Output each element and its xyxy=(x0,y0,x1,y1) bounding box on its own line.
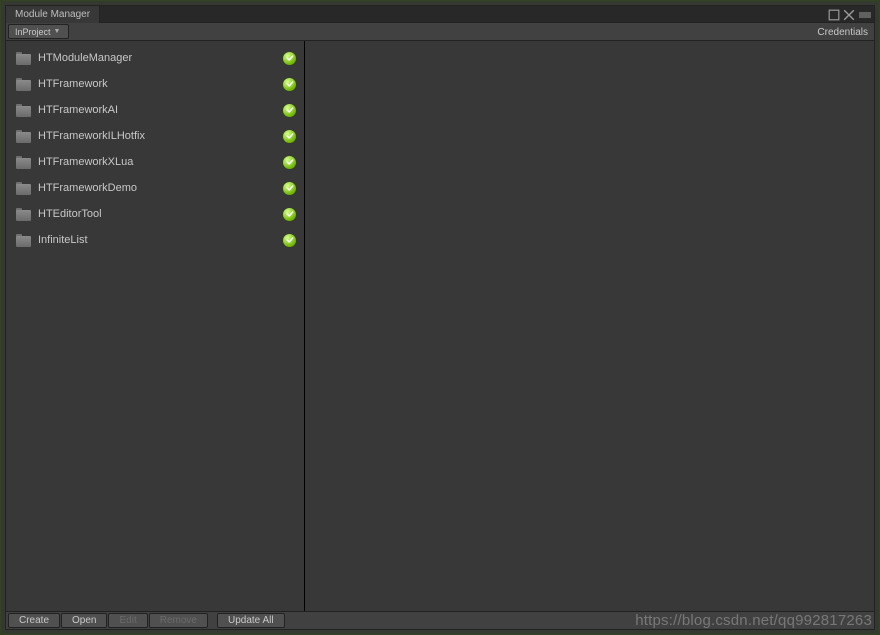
detail-pane xyxy=(305,41,874,611)
status-ok-icon xyxy=(283,156,296,169)
status-ok-icon xyxy=(283,130,296,143)
folder-icon xyxy=(16,52,32,65)
module-item[interactable]: HTFrameworkXLua xyxy=(6,149,304,175)
module-item[interactable]: HTEditorTool xyxy=(6,201,304,227)
module-name: HTFrameworkILHotfix xyxy=(38,130,283,142)
status-ok-icon xyxy=(283,52,296,65)
credentials-button[interactable]: Credentials xyxy=(817,23,868,41)
main-area: HTModuleManager HTFramework HTFrameworkAI H… xyxy=(6,41,874,611)
chevron-down-icon: ▼ xyxy=(54,28,61,35)
module-name: HTFrameworkAI xyxy=(38,104,283,116)
module-name: HTModuleManager xyxy=(38,52,283,64)
credentials-label: Credentials xyxy=(817,27,868,38)
edit-button: Edit xyxy=(108,613,147,628)
footer-toolbar: Create Open Edit Remove Update All xyxy=(6,611,874,629)
folder-icon xyxy=(16,104,32,117)
module-name: HTFrameworkXLua xyxy=(38,156,283,168)
module-item[interactable]: HTFramework xyxy=(6,71,304,97)
scope-dropdown[interactable]: InProject ▼ xyxy=(8,24,69,39)
module-list: HTModuleManager HTFramework HTFrameworkAI H… xyxy=(6,41,304,611)
module-item[interactable]: HTFrameworkDemo xyxy=(6,175,304,201)
tab-module-manager[interactable]: Module Manager xyxy=(6,6,100,23)
tab-bar: Module Manager xyxy=(6,6,874,23)
create-button[interactable]: Create xyxy=(8,613,60,628)
update-all-button[interactable]: Update All xyxy=(217,613,285,628)
module-item[interactable]: InfiniteList xyxy=(6,227,304,253)
toolbar: InProject ▼ Credentials xyxy=(6,23,874,41)
folder-icon xyxy=(16,156,32,169)
module-name: InfiniteList xyxy=(38,234,283,246)
status-ok-icon xyxy=(283,182,296,195)
folder-icon xyxy=(16,234,32,247)
status-ok-icon xyxy=(283,78,296,91)
status-ok-icon xyxy=(283,104,296,117)
module-name: HTEditorTool xyxy=(38,208,283,220)
status-ok-icon xyxy=(283,234,296,247)
module-list-pane: HTModuleManager HTFramework HTFrameworkAI H… xyxy=(6,41,305,611)
module-name: HTFrameworkDemo xyxy=(38,182,283,194)
popout-icon[interactable] xyxy=(828,9,840,21)
folder-icon xyxy=(16,78,32,91)
open-button[interactable]: Open xyxy=(61,613,107,628)
module-name: HTFramework xyxy=(38,78,283,90)
close-icon[interactable] xyxy=(843,9,855,21)
status-ok-icon xyxy=(283,208,296,221)
scope-label: InProject xyxy=(15,27,51,37)
remove-button: Remove xyxy=(149,613,208,628)
folder-icon xyxy=(16,182,32,195)
module-item[interactable]: HTFrameworkILHotfix xyxy=(6,123,304,149)
folder-icon xyxy=(16,130,32,143)
folder-icon xyxy=(16,208,32,221)
tab-label: Module Manager xyxy=(15,9,90,20)
module-item[interactable]: HTModuleManager xyxy=(6,45,304,71)
context-menu-icon[interactable] xyxy=(858,9,872,21)
module-item[interactable]: HTFrameworkAI xyxy=(6,97,304,123)
